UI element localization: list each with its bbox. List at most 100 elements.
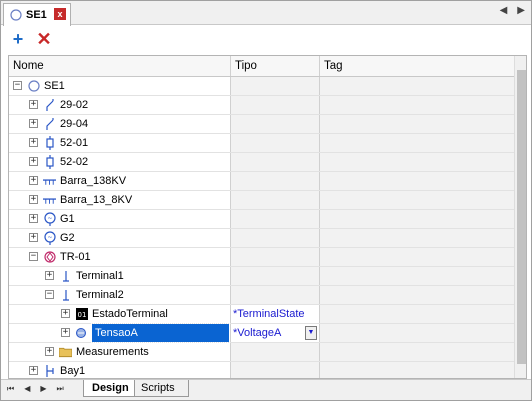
type-cell[interactable] [231, 96, 320, 114]
node-label[interactable]: TensaoA [91, 323, 230, 343]
tag-cell[interactable] [320, 286, 514, 304]
column-header-type[interactable]: Tipo [231, 56, 320, 76]
tag-cell[interactable] [320, 134, 514, 152]
type-combobox[interactable]: *VoltageA ▼ [231, 324, 320, 342]
first-sheet-icon[interactable]: ⏮ [7, 384, 14, 394]
tag-cell[interactable] [320, 96, 514, 114]
tree-row[interactable]: +52-01 [9, 134, 514, 153]
add-button[interactable]: + [9, 30, 27, 48]
vertical-scrollbar[interactable] [514, 56, 526, 378]
name-cell[interactable]: + Barra_13_8KV [9, 191, 231, 209]
name-cell[interactable]: +29-04 [9, 115, 231, 133]
type-cell[interactable] [231, 115, 320, 133]
tag-cell[interactable] [320, 153, 514, 171]
tree-row[interactable]: − SE1 [9, 77, 514, 96]
tag-cell[interactable] [320, 115, 514, 133]
tab-scroll-arrows: ◀ ▶ [500, 5, 525, 16]
type-cell[interactable] [231, 267, 320, 285]
expand-icon[interactable]: + [29, 119, 38, 128]
type-cell[interactable] [231, 343, 320, 361]
name-cell[interactable]: +01 EstadoTerminal [9, 305, 231, 323]
type-cell[interactable] [231, 77, 320, 95]
type-cell[interactable]: *TerminalState [231, 305, 320, 323]
expand-icon[interactable]: + [29, 195, 38, 204]
document-tab-se1[interactable]: SE1 x [3, 3, 71, 26]
delete-button[interactable]: ✕ [35, 30, 53, 48]
tree-row[interactable]: +01 EstadoTerminal *TerminalState [9, 305, 514, 324]
tab-design[interactable]: Design [83, 380, 135, 397]
tree-row[interactable]: + ~ G1 [9, 210, 514, 229]
tree-row[interactable]: + TensaoA *VoltageA ▼ [9, 323, 514, 343]
tree-row[interactable]: + Terminal1 [9, 267, 514, 286]
collapse-icon[interactable]: − [13, 81, 22, 90]
expand-icon[interactable]: + [45, 347, 54, 356]
scrollbar-thumb[interactable] [517, 70, 526, 364]
column-header-tag[interactable]: Tag [320, 56, 514, 76]
expand-icon[interactable]: + [29, 233, 38, 242]
type-cell[interactable] [231, 286, 320, 304]
tree-row[interactable]: +29-04 [9, 115, 514, 134]
name-cell[interactable]: + Bay1 [9, 362, 231, 378]
type-cell[interactable] [231, 191, 320, 209]
close-tab-button[interactable]: x [54, 8, 66, 20]
tag-cell[interactable] [320, 267, 514, 285]
expand-icon[interactable]: + [29, 214, 38, 223]
name-cell[interactable]: +52-02 [9, 153, 231, 171]
dropdown-arrow-icon[interactable]: ▼ [305, 326, 317, 340]
tree-row[interactable]: + Measurements [9, 343, 514, 362]
tab-scripts[interactable]: Scripts [133, 380, 189, 397]
tag-cell[interactable] [320, 324, 514, 342]
tree-row[interactable]: − TR-01 [9, 248, 514, 267]
type-cell[interactable] [231, 362, 320, 378]
expand-icon[interactable]: + [61, 309, 70, 318]
tag-cell[interactable] [320, 362, 514, 378]
name-cell[interactable]: + Terminal1 [9, 267, 231, 285]
expand-icon[interactable]: + [29, 138, 38, 147]
collapse-icon[interactable]: − [29, 252, 38, 261]
next-sheet-icon[interactable]: ▶ [40, 384, 46, 394]
tag-cell[interactable] [320, 77, 514, 95]
tab-scroll-left-icon[interactable]: ◀ [500, 5, 508, 16]
type-cell[interactable] [231, 134, 320, 152]
name-cell[interactable]: − SE1 [9, 77, 231, 95]
type-cell[interactable] [231, 153, 320, 171]
name-cell[interactable]: + TensaoA [9, 323, 231, 343]
column-header-name[interactable]: Nome [9, 56, 231, 76]
expand-icon[interactable]: + [29, 100, 38, 109]
tree-row[interactable]: + Bay1 [9, 362, 514, 378]
type-cell[interactable] [231, 248, 320, 266]
name-cell[interactable]: + Measurements [9, 343, 231, 361]
tab-scroll-right-icon[interactable]: ▶ [517, 5, 525, 16]
tree-row[interactable]: + ~ G2 [9, 229, 514, 248]
name-cell[interactable]: + ~ G1 [9, 210, 231, 228]
previous-sheet-icon[interactable]: ◀ [24, 384, 30, 394]
expand-icon[interactable]: + [45, 271, 54, 280]
name-cell[interactable]: − TR-01 [9, 248, 231, 266]
tree-row[interactable]: + Barra_13_8KV [9, 191, 514, 210]
tag-cell[interactable] [320, 343, 514, 361]
type-cell[interactable] [231, 229, 320, 247]
expand-icon[interactable]: + [29, 157, 38, 166]
tag-cell[interactable] [320, 229, 514, 247]
collapse-icon[interactable]: − [45, 290, 54, 299]
tag-cell[interactable] [320, 172, 514, 190]
type-cell[interactable] [231, 210, 320, 228]
expand-icon[interactable]: + [61, 328, 70, 337]
name-cell[interactable]: + ~ G2 [9, 229, 231, 247]
name-cell[interactable]: − Terminal2 [9, 286, 231, 304]
name-cell[interactable]: +29-02 [9, 96, 231, 114]
tree-row[interactable]: +29-02 [9, 96, 514, 115]
name-cell[interactable]: +52-01 [9, 134, 231, 152]
type-cell[interactable] [231, 172, 320, 190]
tree-row[interactable]: − Terminal2 [9, 286, 514, 305]
tree-row[interactable]: +52-02 [9, 153, 514, 172]
last-sheet-icon[interactable]: ⏭ [57, 384, 64, 394]
tag-cell[interactable] [320, 305, 514, 323]
tag-cell[interactable] [320, 248, 514, 266]
name-cell[interactable]: + Barra_138KV [9, 172, 231, 190]
expand-icon[interactable]: + [29, 176, 38, 185]
tag-cell[interactable] [320, 191, 514, 209]
expand-icon[interactable]: + [29, 366, 38, 375]
tree-row[interactable]: + Barra_138KV [9, 172, 514, 191]
tag-cell[interactable] [320, 210, 514, 228]
